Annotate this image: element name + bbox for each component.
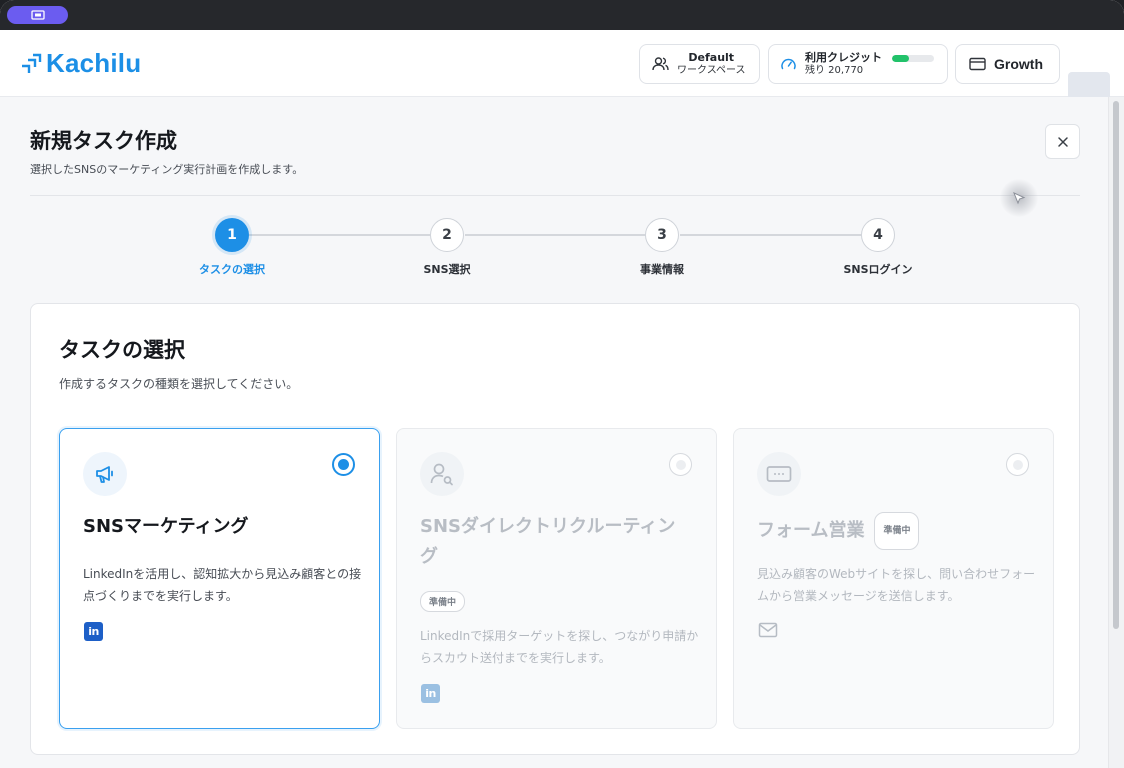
- step-2-circle[interactable]: 2: [430, 218, 464, 252]
- credit-meter[interactable]: 利用クレジット 残り 20,770: [768, 44, 948, 84]
- brand-logo[interactable]: Kachilu: [20, 48, 141, 79]
- step-1-label: タスクの選択: [199, 263, 265, 276]
- logo-text: Kachilu: [46, 48, 142, 78]
- step-1-circle[interactable]: 1: [215, 218, 249, 252]
- credit-progress-bar: [892, 54, 934, 62]
- window-titlebar: [0, 0, 1124, 30]
- card-title: SNSマーケティング: [83, 516, 249, 537]
- linkedin-icon: in: [421, 684, 440, 703]
- card-icon-wrap: [83, 452, 127, 496]
- user-search-icon: [430, 463, 453, 486]
- card-description: LinkedInを活用し、認知拡大から見込み顧客との接点づくりまでを実行します。: [83, 567, 362, 603]
- card-title: フォーム営業: [757, 520, 865, 541]
- top-header: Kachilu Default ワークスペース 利用クレジット 残り 20,77…: [0, 30, 1124, 114]
- radio-unselected[interactable]: [1006, 453, 1029, 476]
- step-2-label: SNS選択: [423, 263, 471, 276]
- credit-progress-fill: [892, 54, 909, 62]
- scrollbar[interactable]: [1108, 97, 1124, 768]
- close-icon: [1057, 136, 1068, 147]
- step-connector: [465, 234, 645, 236]
- screen-share-pill[interactable]: [7, 6, 68, 24]
- radio-inner: [1012, 459, 1023, 470]
- gauge-icon: [781, 58, 796, 69]
- radio-selected[interactable]: [332, 453, 355, 476]
- coming-soon-badge: 準備中: [874, 512, 920, 550]
- form-input-icon: [766, 466, 792, 482]
- users-icon: [652, 57, 669, 71]
- credit-label: 利用クレジット: [805, 50, 882, 64]
- panel-subtitle: 作成するタスクの種類を選択してください。: [59, 377, 299, 391]
- panel-title: タスクの選択: [59, 338, 185, 362]
- header-divider: [30, 195, 1080, 196]
- cursor-arrow-icon: [1013, 192, 1026, 205]
- card-title: SNSダイレクトリクルーティング: [420, 516, 676, 567]
- card-title-row: フォーム営業 準備中: [757, 512, 920, 550]
- scrollbar-thumb[interactable]: [1113, 101, 1119, 629]
- workspace-name: Default: [688, 50, 735, 64]
- coming-soon-badge-wrap: 準備中: [420, 590, 466, 612]
- close-button[interactable]: [1045, 124, 1080, 159]
- coming-soon-badge: 準備中: [420, 591, 466, 612]
- radio-dot: [338, 459, 349, 470]
- mail-icon-wrap: [758, 622, 778, 642]
- card-description: 見込み顧客のWebサイトを探し、問い合わせフォームから営業メッセージを送信します…: [757, 567, 1036, 603]
- mouse-cursor: [1000, 179, 1038, 217]
- linkedin-icon: in: [84, 622, 103, 641]
- task-selection-panel: タスクの選択 作成するタスクの種類を選択してください。 SNSマーケティング L…: [30, 303, 1080, 755]
- task-card-form-sales[interactable]: フォーム営業 準備中 見込み顧客のWebサイトを探し、問い合わせフォームから営業…: [733, 428, 1054, 729]
- step-4-circle[interactable]: 4: [861, 218, 895, 252]
- plan-label: Growth: [994, 56, 1043, 72]
- step-connector: [680, 234, 861, 236]
- task-card-sns-recruiting[interactable]: SNSダイレクトリクルーティング 準備中 LinkedInで採用ターゲットを探し…: [396, 428, 717, 729]
- step-4-label: SNSログイン: [843, 263, 913, 276]
- card-description: LinkedInで採用ターゲットを探し、つながり申請からスカウト送付までを実行し…: [420, 629, 699, 665]
- step-connector: [249, 234, 430, 236]
- workspace-label: ワークスペース: [677, 64, 746, 76]
- card-icon-wrap: [757, 452, 801, 496]
- workspace-switcher[interactable]: Default ワークスペース: [639, 44, 760, 84]
- task-card-sns-marketing[interactable]: SNSマーケティング LinkedInを活用し、認知拡大から見込み顧客との接点づ…: [59, 428, 380, 729]
- megaphone-icon: [96, 466, 113, 483]
- plan-button[interactable]: Growth: [955, 44, 1060, 84]
- card-icon-wrap: [420, 452, 464, 496]
- main-content: 新規タスク作成 選択したSNSのマーケティング実行計画を作成します。 1 2 3…: [0, 97, 1108, 768]
- mail-icon: [758, 622, 778, 638]
- radio-unselected[interactable]: [669, 453, 692, 476]
- app-window: Kachilu Default ワークスペース 利用クレジット 残り 20,77…: [0, 0, 1124, 768]
- kachilu-arrow-logo: [22, 53, 42, 73]
- screen-share-icon: [30, 9, 45, 20]
- credit-card-icon: [969, 57, 986, 71]
- step-3-circle[interactable]: 3: [645, 218, 679, 252]
- page-title: 新規タスク作成: [30, 129, 177, 153]
- credit-remaining: 残り 20,770: [805, 64, 864, 76]
- page-subtitle: 選択したSNSのマーケティング実行計画を作成します。: [30, 163, 304, 176]
- step-3-label: 事業情報: [640, 263, 684, 276]
- radio-inner: [675, 459, 686, 470]
